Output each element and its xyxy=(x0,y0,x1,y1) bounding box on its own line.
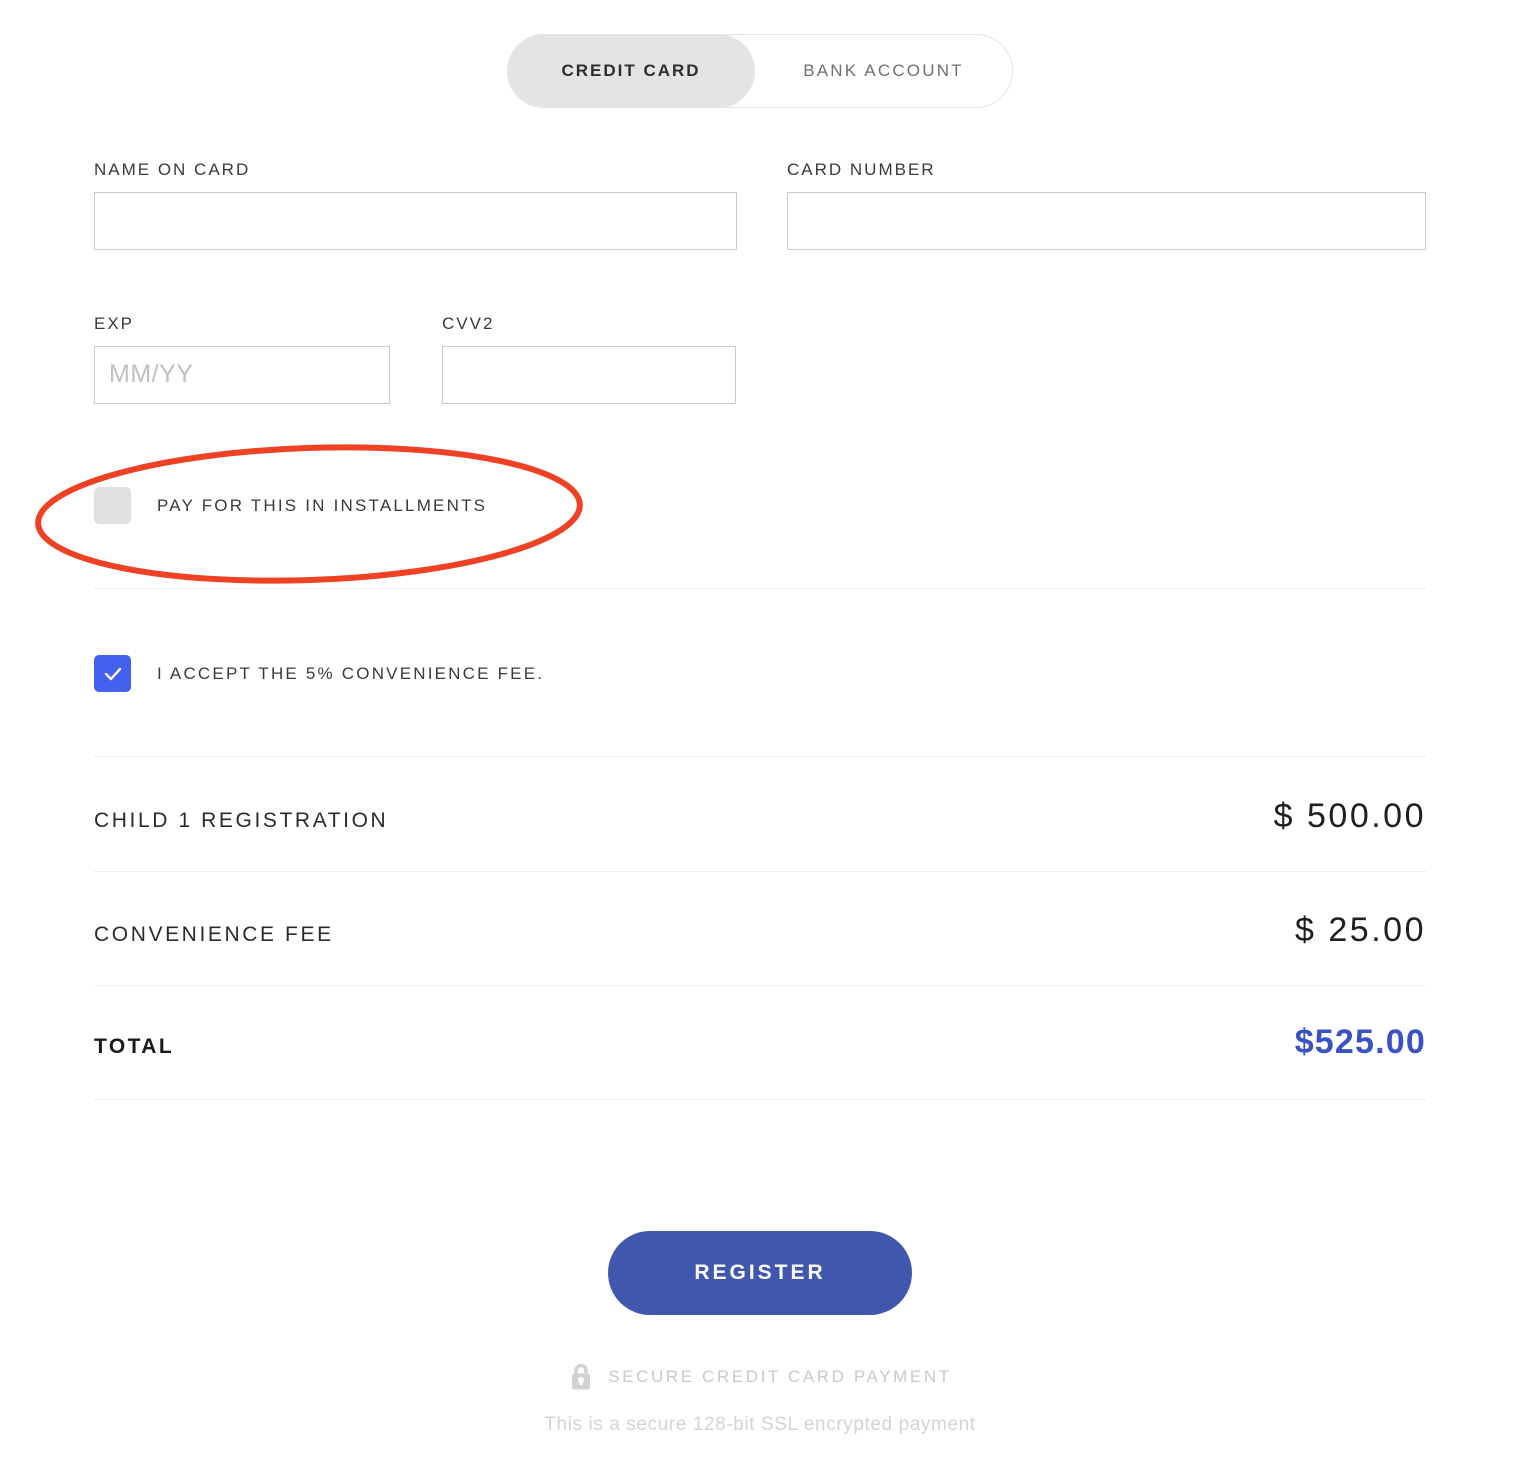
form-row-1: NAME ON CARD CARD NUMBER xyxy=(94,160,1426,270)
divider xyxy=(94,985,1426,986)
summary-row: CONVENIENCE FEE $ 25.00 xyxy=(94,911,1426,950)
installments-checkbox[interactable] xyxy=(94,487,131,524)
secure-payment-line: SECURE CREDIT CARD PAYMENT xyxy=(568,1362,951,1392)
exp-group: EXP xyxy=(94,314,390,404)
register-button[interactable]: REGISTER xyxy=(608,1231,912,1315)
summary-row: CHILD 1 REGISTRATION $ 500.00 xyxy=(94,797,1426,836)
cvv2-input[interactable] xyxy=(442,346,736,404)
payment-method-tabs: CREDIT CARD BANK ACCOUNT xyxy=(0,34,1520,108)
convenience-fee-checkbox[interactable] xyxy=(94,655,131,692)
convenience-fee-checkbox-row[interactable]: I ACCEPT THE 5% CONVENIENCE FEE. xyxy=(94,655,544,692)
name-on-card-label: NAME ON CARD xyxy=(94,160,251,179)
credit-card-form: NAME ON CARD CARD NUMBER EXP CVV2 xyxy=(94,160,1426,424)
form-row-2: EXP CVV2 xyxy=(94,314,1426,424)
tab-group: CREDIT CARD BANK ACCOUNT xyxy=(507,34,1013,108)
summary-item-label: CHILD 1 REGISTRATION xyxy=(94,809,389,832)
total-amount: $525.00 xyxy=(1294,1023,1426,1061)
divider xyxy=(94,756,1426,757)
check-icon xyxy=(104,667,121,680)
installments-checkbox-row[interactable]: PAY FOR THIS IN INSTALLMENTS xyxy=(94,487,487,524)
installments-label: PAY FOR THIS IN INSTALLMENTS xyxy=(157,495,488,515)
lock-icon xyxy=(572,1363,591,1390)
tab-credit-card-label: CREDIT CARD xyxy=(561,61,701,80)
exp-input[interactable] xyxy=(94,346,390,404)
convenience-fee-label: I ACCEPT THE 5% CONVENIENCE FEE. xyxy=(157,663,545,683)
exp-label: EXP xyxy=(94,314,135,333)
summary-item-amount: $ 500.00 xyxy=(1273,797,1426,835)
summary-item-label: CONVENIENCE FEE xyxy=(94,923,334,946)
name-on-card-group: NAME ON CARD xyxy=(94,160,737,250)
summary-total-row: TOTAL $525.00 xyxy=(94,1023,1426,1062)
divider xyxy=(94,871,1426,872)
payment-page: CREDIT CARD BANK ACCOUNT NAME ON CARD CA… xyxy=(0,0,1520,1458)
divider xyxy=(94,588,1426,589)
tab-credit-card[interactable]: CREDIT CARD xyxy=(508,35,755,107)
secure-payment-label: SECURE CREDIT CARD PAYMENT xyxy=(608,1367,952,1386)
card-number-group: CARD NUMBER xyxy=(787,160,1426,250)
summary-item-amount: $ 25.00 xyxy=(1295,911,1426,949)
tab-bank-account[interactable]: BANK ACCOUNT xyxy=(755,35,1012,107)
tab-bank-account-label: BANK ACCOUNT xyxy=(803,61,964,80)
register-button-wrap: REGISTER xyxy=(0,1231,1520,1315)
secure-footer: SECURE CREDIT CARD PAYMENT This is a sec… xyxy=(0,1362,1520,1436)
name-on-card-input[interactable] xyxy=(94,192,737,250)
card-number-input[interactable] xyxy=(787,192,1426,250)
cvv2-group: CVV2 xyxy=(442,314,736,404)
card-number-label: CARD NUMBER xyxy=(787,160,936,179)
cvv2-label: CVV2 xyxy=(442,314,495,333)
ssl-note: This is a secure 128-bit SSL encrypted p… xyxy=(544,1414,976,1435)
divider xyxy=(94,1099,1426,1100)
total-label: TOTAL xyxy=(94,1035,175,1058)
